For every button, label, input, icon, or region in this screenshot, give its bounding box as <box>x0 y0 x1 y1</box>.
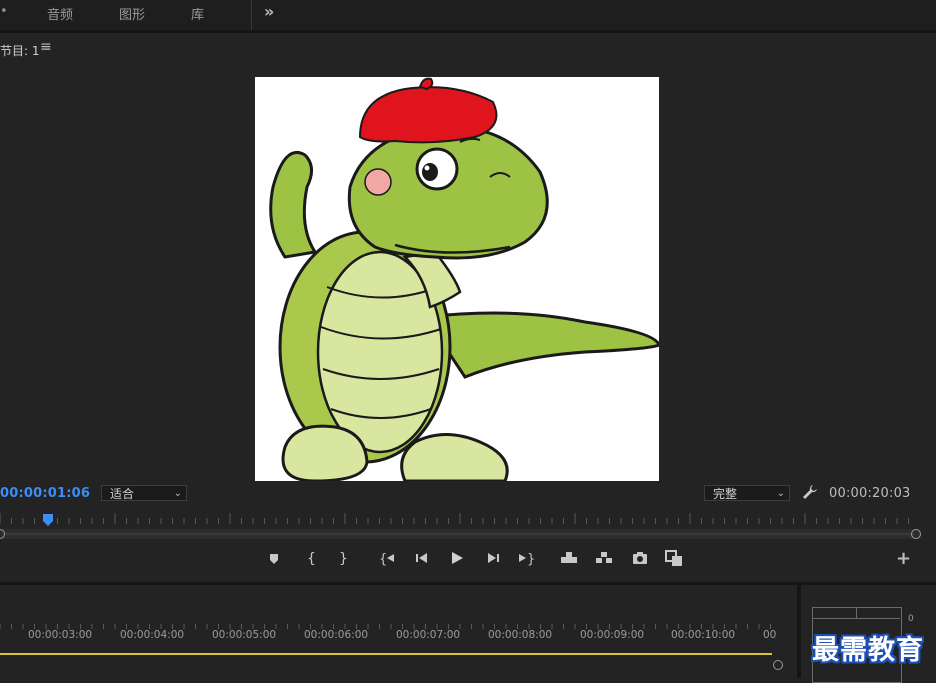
workspace-tab-partial[interactable]: • <box>0 4 8 19</box>
playback-quality-select[interactable]: 完整 ⌄ <box>704 485 790 501</box>
scrub-bar-line <box>4 533 914 535</box>
playhead-marker[interactable] <box>42 514 53 526</box>
dino-tail <box>422 311 659 379</box>
workspace-tab-libraries[interactable]: 库 <box>191 4 204 23</box>
transport-controls: { } { } <box>0 547 936 571</box>
monitor-time-ruler[interactable] <box>0 511 920 525</box>
timeline-ruler-label: 00:00:06:00 <box>304 629 369 641</box>
workspace-tab-bar: • 音频 图形 库 » <box>0 0 936 33</box>
timeline-ruler-label: 00:00:03:00 <box>28 629 93 641</box>
timeline-ruler-label: 00:00:04:00 <box>120 629 185 641</box>
extract-icon[interactable] <box>595 549 613 567</box>
step-back-icon[interactable] <box>413 549 431 567</box>
timeline-ruler-label: 00:00:09:00 <box>580 629 645 641</box>
more-workspaces-icon[interactable]: » <box>264 2 274 21</box>
timeline-panel: 00:00:03:00 00:00:04:00 00:00:05:00 00:0… <box>0 582 797 681</box>
dino-pupil <box>422 163 438 181</box>
panel-title[interactable]: 节目: 1 <box>0 42 40 59</box>
current-timecode[interactable]: 00:00:01:06 <box>0 486 90 501</box>
camera-icon[interactable] <box>631 549 649 567</box>
dino-right-foot <box>400 433 509 481</box>
scrub-bar-end-handle[interactable] <box>911 529 921 539</box>
compare-icon[interactable] <box>665 549 683 567</box>
zoom-level-value: 适合 <box>110 487 135 501</box>
dino-left-foot <box>281 424 369 481</box>
mark-in-icon[interactable]: { <box>301 549 319 567</box>
dino-cheek <box>364 168 392 196</box>
hamburger-icon[interactable]: ≡ <box>40 39 52 55</box>
audio-meter-divider <box>856 607 857 619</box>
workspace-tab-audio[interactable]: 音频 <box>47 4 73 23</box>
go-to-in-icon[interactable]: { <box>379 549 397 567</box>
timeline-ruler-label: 00 <box>763 629 777 641</box>
mark-out-icon[interactable]: } <box>333 549 351 567</box>
timeline-ruler-label: 00:00:07:00 <box>396 629 461 641</box>
dinosaur-cartoon-image <box>269 77 659 481</box>
svg-text:{: { <box>379 552 387 567</box>
timeline-ruler-label: 00:00:10:00 <box>671 629 736 641</box>
timeline-zoom-handle[interactable] <box>773 660 783 670</box>
dino-red-beret <box>358 86 498 144</box>
svg-text:}: } <box>527 552 535 567</box>
zoom-level-select[interactable]: 适合 ⌄ <box>101 485 187 501</box>
audio-meter-scale-label: 0 <box>908 614 914 624</box>
chevron-down-icon: ⌄ <box>173 488 182 499</box>
tab-divider <box>251 0 252 30</box>
duration-timecode: 00:00:20:03 <box>829 486 911 501</box>
timeline-ruler[interactable] <box>0 621 775 629</box>
step-forward-icon[interactable] <box>484 549 502 567</box>
svg-text:{: { <box>307 551 316 567</box>
dino-raised-arm <box>269 151 318 259</box>
playback-quality-value: 完整 <box>713 487 738 501</box>
chevron-down-icon: ⌄ <box>776 488 785 499</box>
play-icon[interactable] <box>448 549 466 567</box>
work-area-bar[interactable] <box>0 653 772 655</box>
video-preview[interactable] <box>255 77 659 481</box>
wrench-icon[interactable] <box>802 484 818 500</box>
workspace-tab-graphics[interactable]: 图形 <box>119 4 145 23</box>
svg-text:}: } <box>339 551 348 567</box>
watermark-logo: 最需教育 <box>812 635 924 666</box>
lift-icon[interactable] <box>560 549 578 567</box>
button-editor-add-icon[interactable]: + <box>896 548 911 569</box>
go-to-out-icon[interactable]: } <box>517 549 535 567</box>
timeline-ruler-label: 00:00:08:00 <box>488 629 553 641</box>
marker-icon[interactable] <box>265 549 283 567</box>
program-monitor-panel: 节目: 1 ≡ 00:00:01:06 适合 ⌄ 完整 ⌄ 00:00:20:0… <box>0 33 936 578</box>
timeline-ruler-label: 00:00:05:00 <box>212 629 277 641</box>
